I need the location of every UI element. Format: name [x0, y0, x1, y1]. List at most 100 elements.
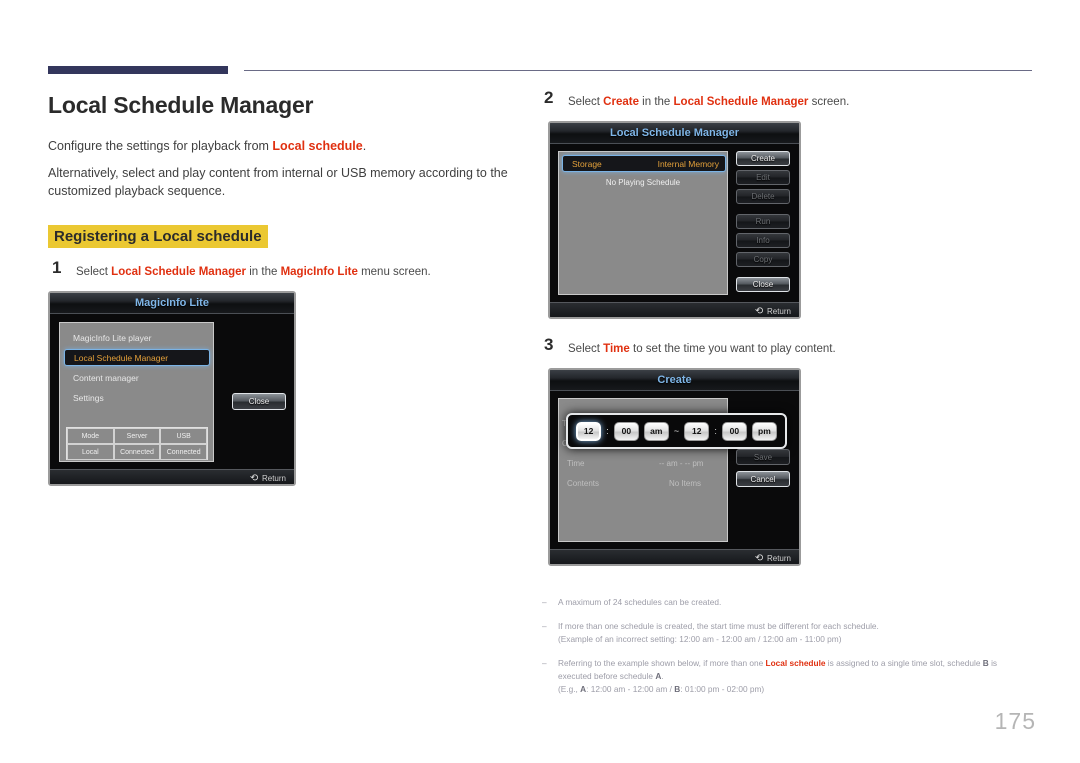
lsm-footer: ⟳ Return — [550, 302, 799, 317]
time-start-minute-spinner[interactable]: 00 — [613, 421, 639, 441]
time-colon-start: : — [606, 426, 609, 436]
lsm-close-button[interactable]: Close — [736, 277, 790, 292]
step-2-part-4: screen. — [808, 96, 850, 108]
magicinfo-footer: ⟳ Return — [50, 469, 294, 484]
note-frag: (E.g., — [558, 684, 581, 694]
step-1: 1 Select Local Schedule Manager in the M… — [48, 258, 518, 281]
magicinfo-title-bar: MagicInfo Lite — [50, 293, 294, 314]
magicinfo-status-table: Mode Server USB Local schedule Connected… — [66, 427, 208, 460]
note-frag: is — [988, 658, 998, 668]
menu-item-label: Content manager — [73, 372, 139, 383]
step-3-text: Select Time to set the time you want to … — [568, 343, 836, 355]
lsm-body: Storage Internal Memory No Playing Sched… — [550, 144, 799, 317]
note-item: – Referring to the example shown below, … — [540, 657, 1040, 696]
note-frag: : 12:00 am - 12:00 am / — [586, 684, 675, 694]
step-2-number: 2 — [544, 88, 554, 107]
lsm-create-button[interactable]: Create — [736, 151, 790, 166]
return-arrow-icon: ⟳ — [249, 473, 258, 484]
page-title: Local Schedule Manager — [48, 92, 314, 118]
magicinfo-body: MagicInfo Lite player Local Schedule Man… — [50, 314, 294, 484]
note-item: – If more than one schedule is created, … — [540, 620, 1040, 646]
intro-1-highlight: Local schedule — [272, 139, 363, 153]
menu-item-local-schedule-manager[interactable]: Local Schedule Manager — [64, 349, 210, 366]
lsm-info-button[interactable]: Info — [736, 233, 790, 248]
menu-item-magicinfo-player[interactable]: MagicInfo Lite player — [64, 329, 219, 346]
lsm-storage-value: Internal Memory — [657, 158, 719, 169]
section-heading: Registering a Local schedule — [48, 225, 268, 248]
header-rule-thick — [48, 66, 228, 74]
note-dash: – — [542, 597, 547, 607]
return-arrow-icon: ⟳ — [754, 306, 763, 317]
time-start-meridiem-spinner[interactable]: am — [643, 421, 669, 441]
lsm-return-label[interactable]: Return — [767, 307, 791, 316]
status-value-server: Connected — [113, 444, 161, 460]
status-value-usb: Connected — [160, 444, 207, 460]
create-return-label[interactable]: Return — [767, 554, 791, 563]
lsm-delete-button[interactable]: Delete — [736, 189, 790, 204]
note-item: – A maximum of 24 schedules can be creat… — [540, 596, 1040, 609]
step-2: 2 Select Create in the Local Schedule Ma… — [540, 88, 1040, 111]
lsm-empty-message: No Playing Schedule — [605, 178, 681, 187]
notes-list: – A maximum of 24 schedules can be creat… — [540, 596, 1040, 707]
intro-paragraph-1: Configure the settings for playback from… — [48, 137, 518, 155]
step-2-part-1: Create — [603, 96, 639, 108]
menu-item-settings[interactable]: Settings — [64, 389, 219, 406]
step-1-part-1: Local Schedule Manager — [111, 266, 247, 278]
return-arrow-icon: ⟳ — [754, 553, 763, 564]
lsm-storage-label: Storage — [572, 158, 602, 169]
screenshot-create-dialog: Create Time -- am - -- pm Contents No It… — [548, 368, 801, 566]
intro-1-post: . — [362, 139, 367, 153]
menu-item-label: MagicInfo Lite player — [73, 332, 152, 343]
lsm-run-button[interactable]: Run — [736, 214, 790, 229]
lsm-edit-button[interactable]: Edit — [736, 170, 790, 185]
menu-item-label: Local Schedule Manager — [74, 352, 169, 363]
intro-paragraph-2: Alternatively, select and play content f… — [48, 166, 508, 198]
step-2-part-2: in the — [638, 96, 674, 108]
step-3-part-2: to set the time you want to play content… — [629, 343, 836, 355]
menu-item-content-manager[interactable]: Content manager — [64, 369, 219, 386]
page-number: 175 — [994, 708, 1036, 734]
note-dash: – — [542, 621, 547, 631]
create-footer: ⟳ Return — [550, 549, 799, 564]
status-header-mode: Mode — [67, 428, 114, 444]
lsm-copy-button[interactable]: Copy — [736, 252, 790, 267]
note-line: Referring to the example shown below, if… — [558, 657, 1040, 670]
time-start-hour-spinner[interactable]: 12 — [576, 421, 602, 441]
create-time-row-label: Time — [567, 459, 585, 468]
screenshot-magicinfo-lite: MagicInfo Lite MagicInfo Lite player Loc… — [48, 291, 296, 486]
note-frag: Referring to the example shown below, if… — [558, 658, 766, 668]
lsm-list-panel: Storage Internal Memory No Playing Sched… — [558, 151, 728, 295]
step-3: 3 Select Time to set the time you want t… — [540, 335, 1040, 358]
magicinfo-menu-panel: MagicInfo Lite player Local Schedule Man… — [59, 322, 214, 462]
create-save-button[interactable]: Save — [736, 449, 790, 465]
create-time-row-value: -- am - -- pm — [659, 459, 704, 468]
time-end-hour-spinner[interactable]: 12 — [684, 421, 710, 441]
create-body: Time -- am - -- pm Contents No Items Ti … — [550, 391, 799, 564]
lsm-storage-row[interactable]: Storage Internal Memory — [562, 155, 726, 172]
note-line: (E.g., A: 12:00 am - 12:00 am / B: 01:00… — [558, 683, 1040, 696]
time-end-minute-spinner[interactable]: 00 — [721, 421, 747, 441]
magicinfo-close-button[interactable]: Close — [232, 393, 286, 410]
step-1-number: 1 — [52, 258, 62, 277]
step-2-text: Select Create in the Local Schedule Mana… — [568, 96, 849, 108]
step-3-part-0: Select — [568, 343, 604, 355]
create-contents-row-label: Contents — [567, 479, 600, 488]
create-contents-row-value: No Items — [669, 479, 702, 488]
time-end-meridiem-spinner[interactable]: pm — [751, 421, 777, 441]
note-line: A maximum of 24 schedules can be created… — [558, 597, 722, 607]
time-picker-popup[interactable]: 12 : 00 am ~ 12 : 00 pm — [566, 413, 787, 449]
note-dash: – — [542, 658, 547, 668]
time-colon-end: : — [714, 426, 717, 436]
header-rule-thin — [244, 70, 1032, 71]
status-header-usb: USB — [160, 428, 207, 444]
intro-1-pre: Configure the settings for playback from — [48, 139, 273, 153]
lsm-title-bar: Local Schedule Manager — [550, 123, 799, 144]
time-range-dash: ~ — [673, 426, 680, 436]
left-column: Local Schedule Manager Configure the set… — [48, 92, 518, 486]
magicinfo-return-label[interactable]: Return — [262, 474, 286, 483]
create-cancel-button[interactable]: Cancel — [736, 471, 790, 487]
step-3-number: 3 — [544, 335, 554, 354]
step-1-part-0: Select — [76, 266, 112, 278]
step-2-part-3: Local Schedule Manager — [673, 96, 809, 108]
status-value-mode: Local schedule — [67, 444, 114, 460]
